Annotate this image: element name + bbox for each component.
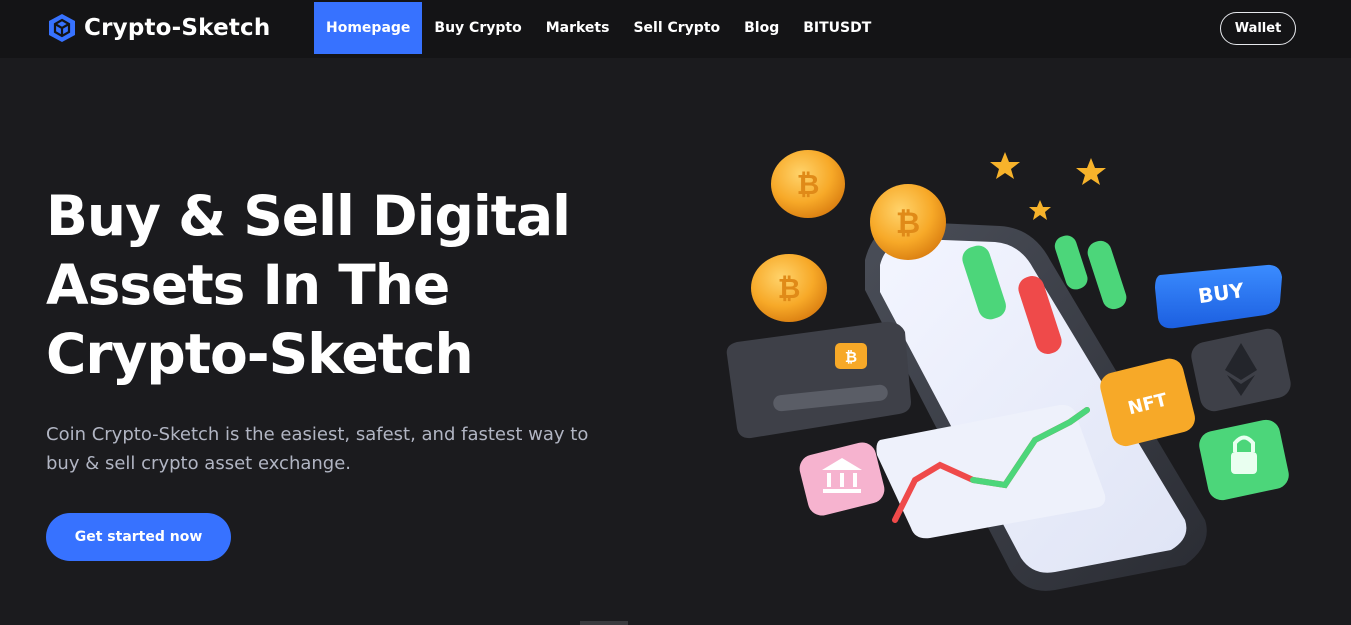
svg-text:₿: ₿: [896, 206, 920, 241]
hero-title: Buy & Sell Digital Assets In The Crypto-…: [46, 182, 646, 389]
get-started-button[interactable]: Get started now: [46, 513, 231, 561]
scroll-indicator: [580, 621, 628, 625]
hero-title-line-1: Buy & Sell Digital: [46, 184, 571, 248]
top-navbar: Crypto-Sketch Homepage Buy Crypto Market…: [0, 0, 1351, 58]
wallet-button[interactable]: Wallet: [1220, 12, 1296, 45]
main-nav: Homepage Buy Crypto Markets Sell Crypto …: [314, 2, 883, 54]
nav-blog[interactable]: Blog: [732, 2, 791, 54]
cube-logo-icon: [49, 14, 75, 42]
hero-title-line-2: Assets In The: [46, 253, 450, 317]
nav-markets[interactable]: Markets: [534, 2, 622, 54]
buy-tile: BUY: [1155, 264, 1282, 329]
bank-icon: [799, 442, 885, 516]
nav-bitusdt[interactable]: BITUSDT: [791, 2, 883, 54]
hero-subtitle: Coin Crypto-Sketch is the easiest, safes…: [46, 424, 589, 474]
star-icon: [990, 152, 1106, 220]
lock-icon: [1199, 419, 1289, 501]
brand-logo[interactable]: Crypto-Sketch: [48, 12, 270, 44]
brand-name: Crypto-Sketch: [84, 15, 271, 41]
nav-sell-crypto[interactable]: Sell Crypto: [621, 2, 732, 54]
hero-title-line-3: Crypto-Sketch: [46, 322, 474, 386]
credit-card-icon: ₿: [726, 321, 911, 439]
hero-illustration: ₿ ₿ ₿ ₿ BUY NFT: [726, 150, 1291, 591]
svg-text:₿: ₿: [797, 168, 820, 201]
nav-homepage[interactable]: Homepage: [314, 2, 423, 54]
svg-text:₿: ₿: [845, 348, 857, 366]
ethereum-icon: [1191, 328, 1291, 412]
page-scrollbar[interactable]: [1345, 58, 1351, 625]
svg-text:₿: ₿: [778, 272, 801, 305]
nav-buy-crypto[interactable]: Buy Crypto: [422, 2, 533, 54]
